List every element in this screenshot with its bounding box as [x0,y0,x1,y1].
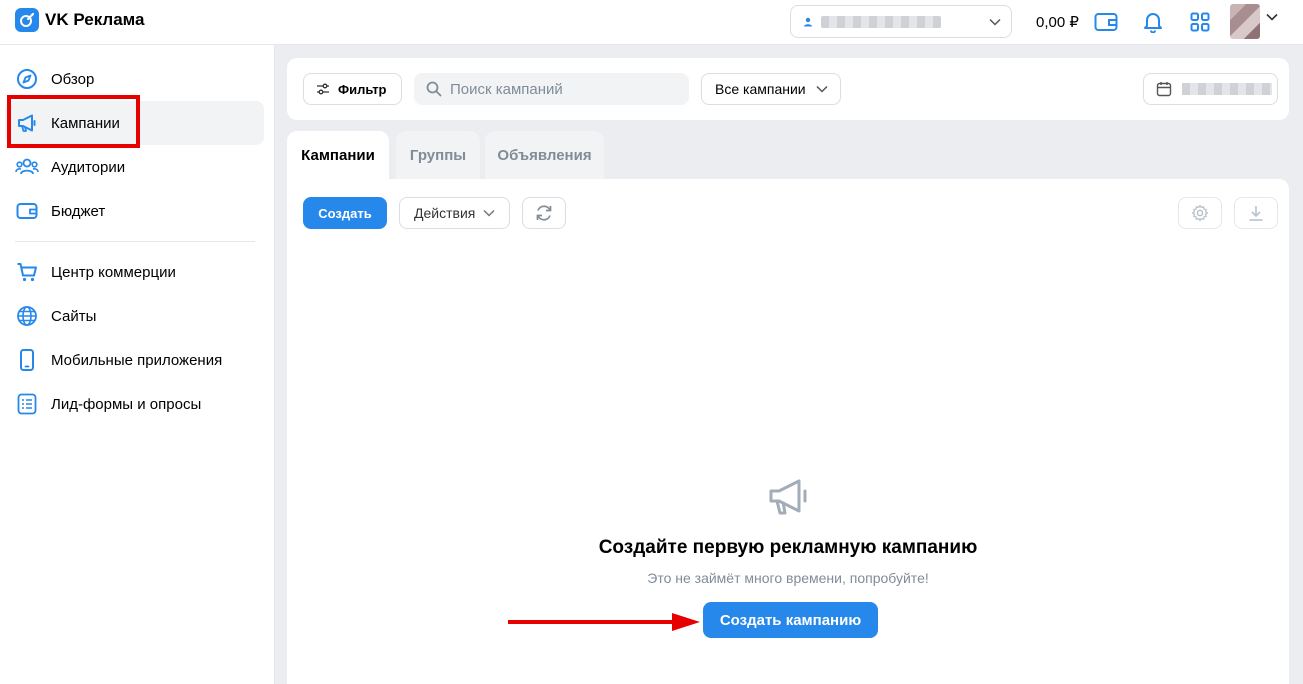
create-campaign-button[interactable]: Создать кампанию [703,602,878,638]
sidebar-item-budget[interactable]: Бюджет [5,189,264,233]
date-range-blurred [1182,83,1272,95]
sidebar-item-label: Центр коммерции [51,263,176,281]
search-field[interactable] [414,73,689,105]
sidebar-item-label: Бюджет [51,202,106,220]
search-icon [426,81,442,97]
sidebar-item-lead-forms[interactable]: Лид-формы и опросы [5,382,264,426]
avatar[interactable] [1230,4,1260,39]
cart-icon [15,260,39,284]
filter-label: Фильтр [338,81,387,97]
wallet-button[interactable] [1093,10,1119,34]
vk-ads-logo-icon [15,8,39,32]
settings-button[interactable] [1178,197,1222,229]
sidebar-item-sites[interactable]: Сайты [5,294,264,338]
globe-icon [15,304,39,328]
user-icon [804,17,812,26]
campaigns-panel: Создать Действия Создайте первую рекламн… [287,179,1289,684]
filter-button[interactable]: Фильтр [303,73,402,105]
actions-label: Действия [414,205,476,221]
empty-state-title: Создайте первую рекламную кампанию [598,537,978,558]
annotation-highlight-box [7,95,140,148]
logo-text: VK Реклама [45,10,145,29]
bell-icon [1144,13,1162,33]
empty-state-subtitle: Это не займёт много времени, попробуйте! [647,570,929,586]
calendar-icon [1156,82,1172,97]
compass-icon [15,67,39,91]
sidebar-item-label: Обзор [51,70,95,88]
sidebar-item-label: Лид-формы и опросы [51,395,202,413]
apps-button[interactable] [1187,10,1213,34]
users-icon [15,155,39,179]
create-button[interactable]: Создать [303,197,387,229]
wallet-icon [1094,13,1118,31]
date-range-picker[interactable] [1143,73,1278,105]
download-icon [1249,206,1263,221]
sidebar-divider [15,241,255,242]
sidebar-item-label: Сайты [51,307,97,325]
smartphone-icon [15,348,39,372]
megaphone-icon [769,479,807,515]
filter-bar: Фильтр Все кампании [287,58,1289,120]
logo[interactable]: VK Реклама [15,8,145,32]
gear-icon [1191,204,1209,222]
chevron-down-icon[interactable] [1266,13,1278,21]
notifications-button[interactable] [1140,10,1166,34]
sidebar-item-mobile-apps[interactable]: Мобильные приложения [5,338,264,382]
refresh-button[interactable] [522,197,566,229]
annotation-arrow-icon [508,613,700,631]
chevron-down-icon [989,18,1001,26]
sidebar-item-commerce[interactable]: Центр коммерции [5,250,264,294]
sliders-icon [317,83,329,95]
tab-ads[interactable]: Объявления [485,131,604,179]
list-icon [15,392,39,416]
top-bar: VK Реклама 0,00 ₽ [0,0,1303,45]
chevron-down-icon [483,209,495,217]
account-name-blurred [821,15,941,28]
search-input[interactable] [450,80,680,98]
apps-grid-icon [1190,12,1210,32]
campaign-scope-select[interactable]: Все кампании [701,73,841,105]
tab-groups[interactable]: Группы [396,131,480,179]
sidebar-item-label: Мобильные приложения [51,351,223,369]
download-button[interactable] [1234,197,1278,229]
campaign-scope-value: Все кампании [715,81,806,97]
account-select[interactable] [790,5,1012,38]
balance: 0,00 ₽ [1036,14,1079,31]
sidebar-item-audiences[interactable]: Аудитории [5,145,264,189]
sidebar-item-label: Аудитории [51,158,126,176]
refresh-icon [536,205,552,221]
actions-dropdown[interactable]: Действия [399,197,510,229]
wallet-icon [15,199,39,223]
main-content: Фильтр Все кампании Кампании Группы Объя… [275,45,1303,684]
tab-campaigns[interactable]: Кампании [287,131,389,179]
chevron-down-icon [816,85,828,93]
